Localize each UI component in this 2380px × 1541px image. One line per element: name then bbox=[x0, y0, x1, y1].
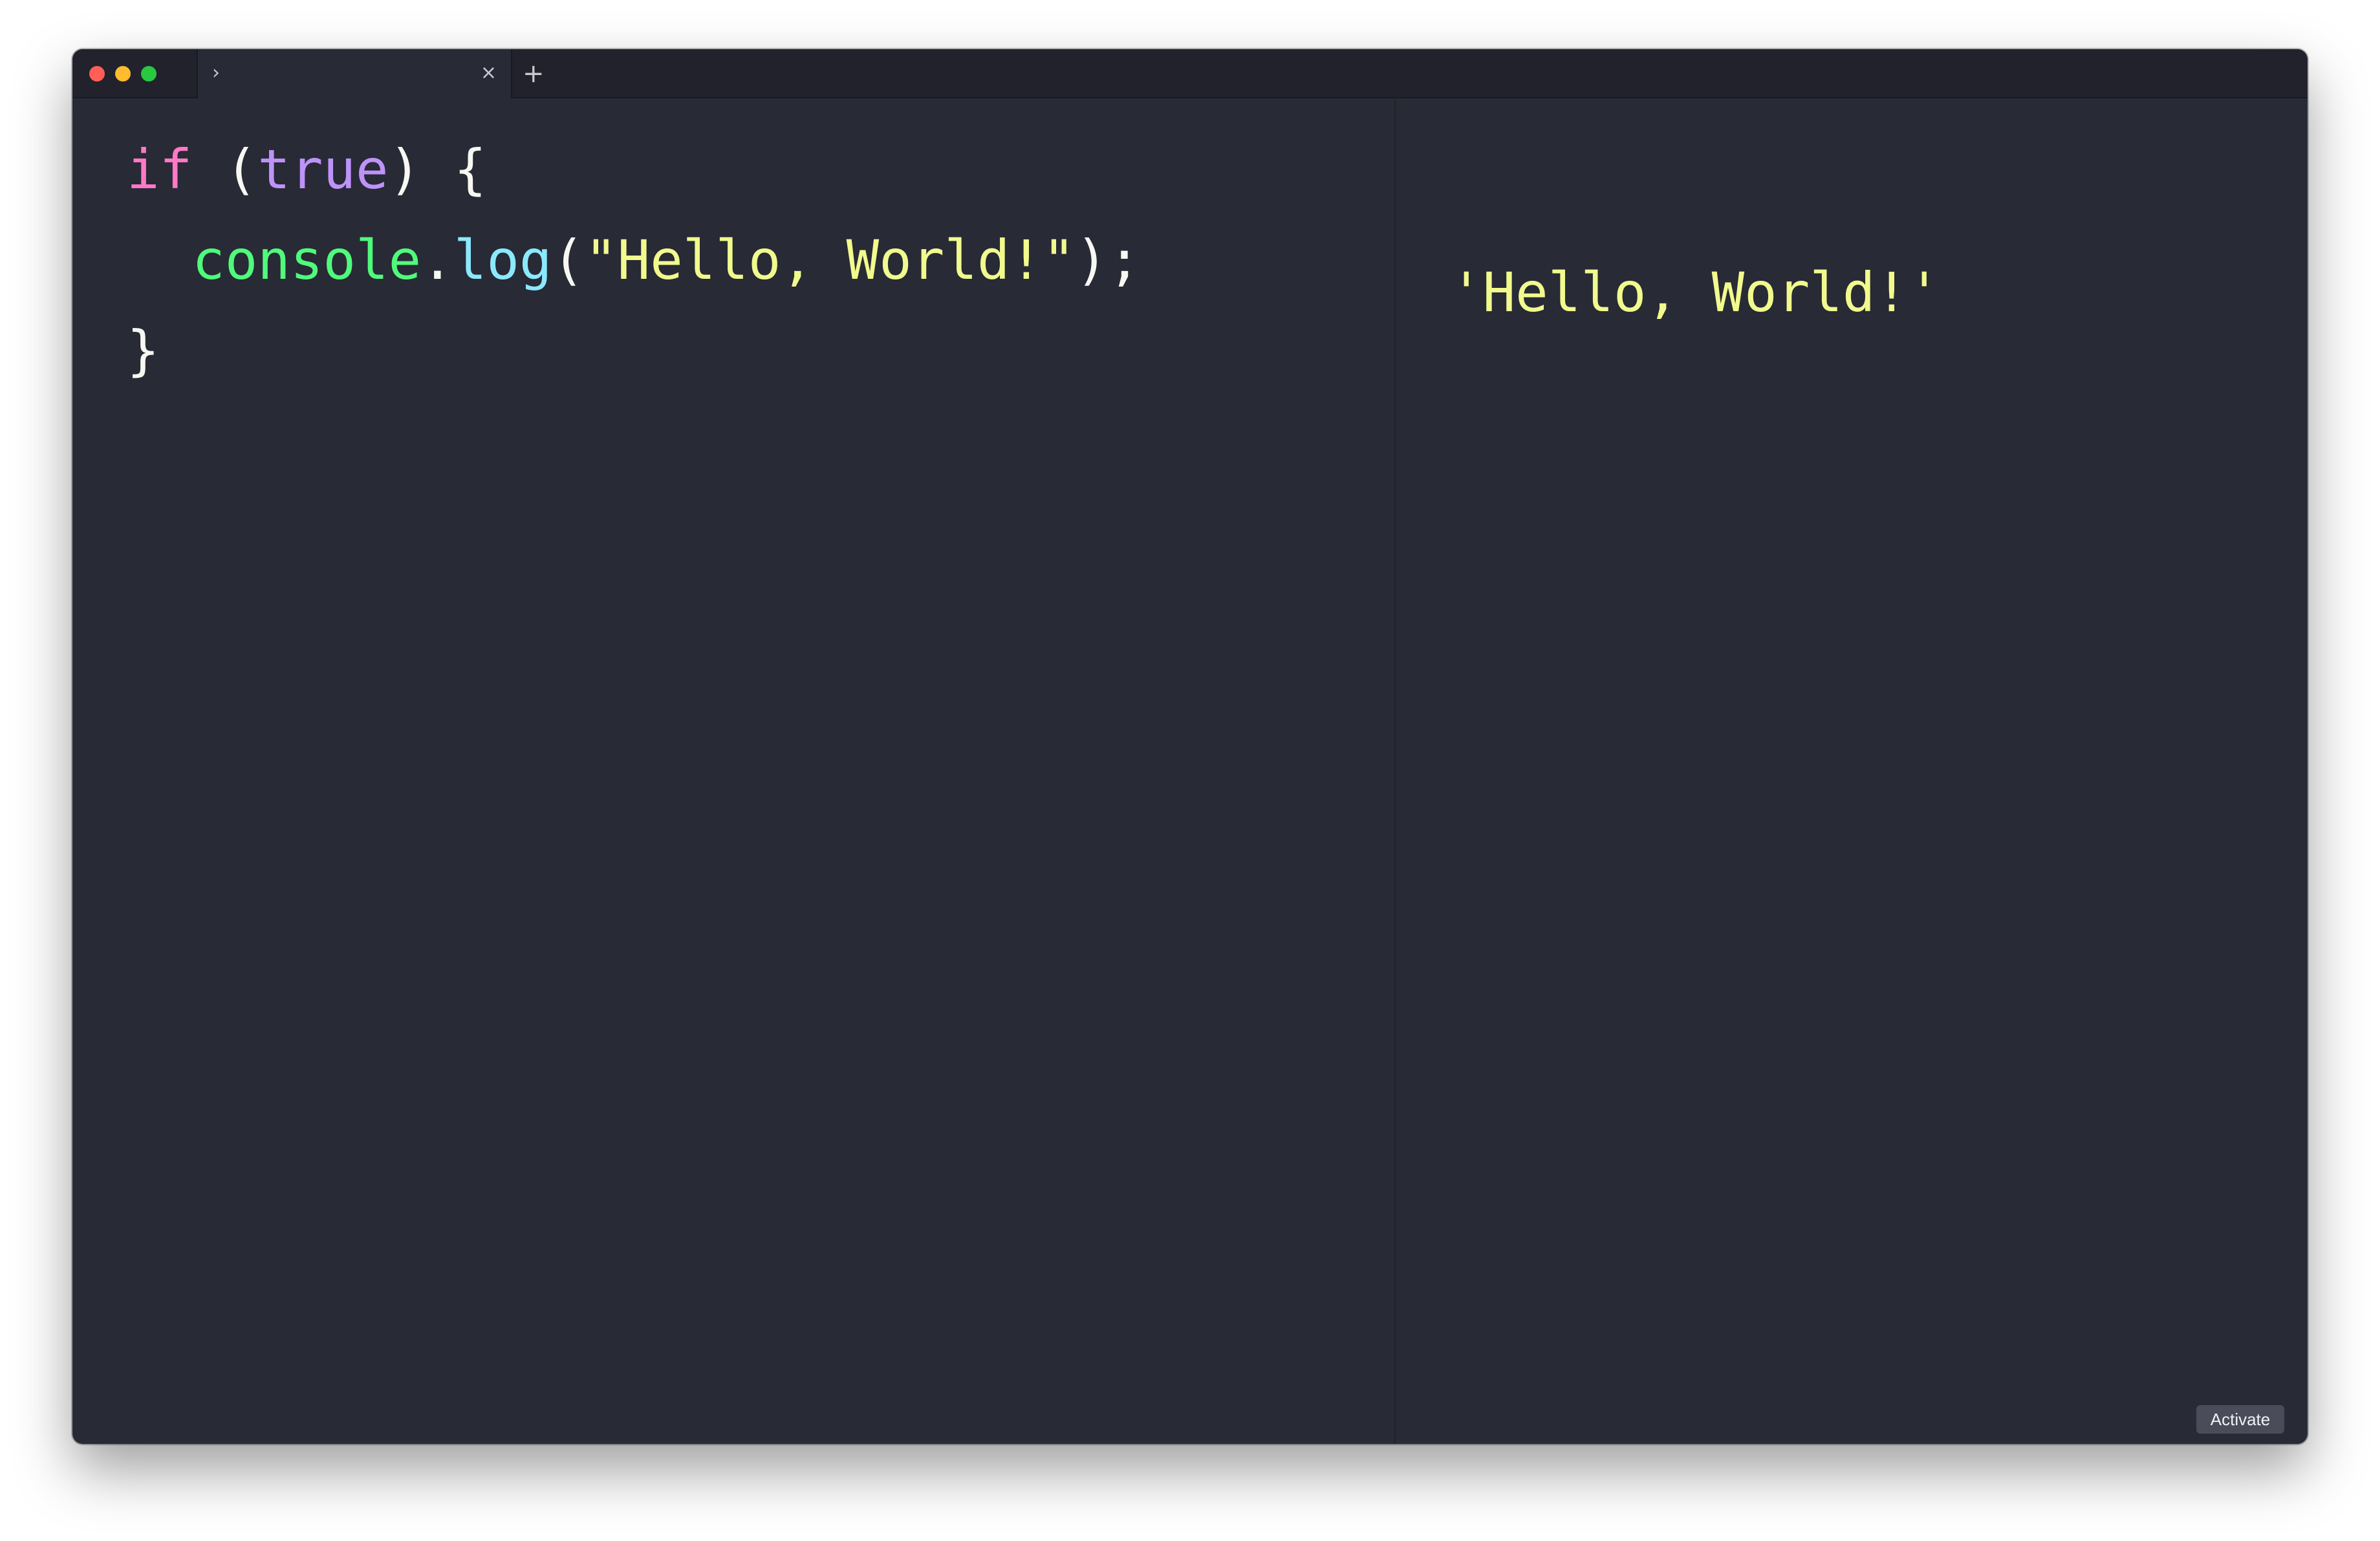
code-line-3: } bbox=[127, 318, 160, 383]
window-close-button[interactable] bbox=[89, 66, 105, 82]
identifier-console: console bbox=[192, 228, 422, 292]
chevron-right-icon: › bbox=[212, 61, 220, 84]
open-paren: ( bbox=[192, 138, 258, 201]
close-icon[interactable]: × bbox=[481, 57, 497, 89]
keyword-true: true bbox=[257, 138, 389, 201]
window-minimize-button[interactable] bbox=[115, 66, 131, 82]
code-editor[interactable]: if (true) { console.log("Hello, World!")… bbox=[127, 138, 1141, 486]
output-result: 'Hello, World!' bbox=[1450, 261, 1941, 324]
activate-button[interactable]: Activate bbox=[2196, 1405, 2284, 1434]
dot: . bbox=[421, 228, 454, 292]
string-literal: "Hello, World!" bbox=[585, 228, 1076, 292]
tab-current[interactable]: › × bbox=[197, 49, 512, 98]
call-close: ); bbox=[1075, 228, 1141, 292]
close-paren-brace: ) { bbox=[388, 138, 487, 201]
app-window: › × + if (true) { console.log("Hello, Wo… bbox=[72, 49, 2308, 1444]
code-line-1: if (true) { bbox=[127, 137, 486, 202]
call-open-paren: ( bbox=[552, 228, 585, 292]
code-line-2: console.log("Hello, World!"); bbox=[127, 228, 1141, 292]
function-log: log bbox=[453, 228, 552, 292]
window-maximize-button[interactable] bbox=[141, 66, 157, 82]
new-tab-button[interactable]: + bbox=[523, 57, 545, 91]
closing-brace: } bbox=[127, 319, 160, 382]
pane-divider[interactable] bbox=[1394, 98, 1396, 1444]
keyword-if: if bbox=[127, 138, 193, 201]
title-bar: › × + bbox=[72, 49, 2308, 98]
